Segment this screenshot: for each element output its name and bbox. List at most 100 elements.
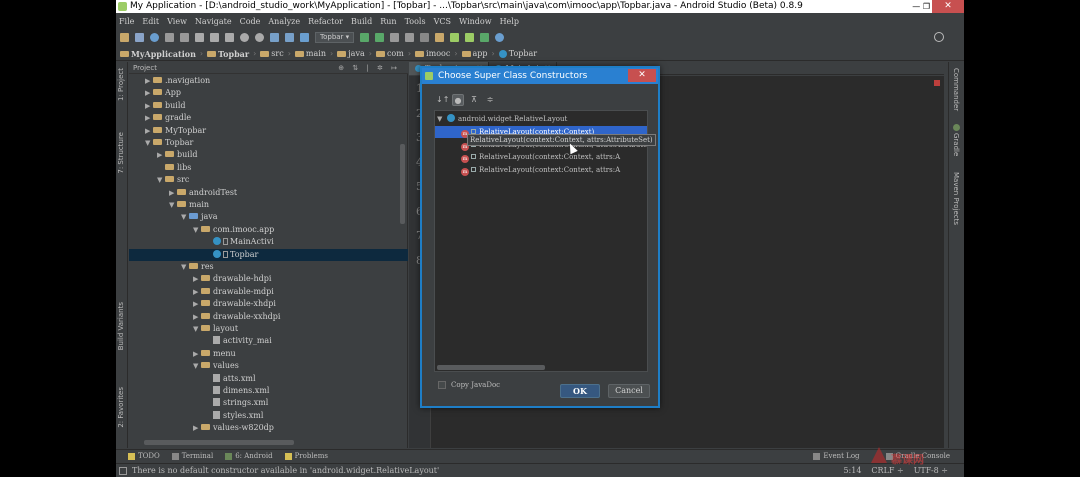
collapse-arrow-icon[interactable]: ▼ (437, 113, 447, 125)
breadcrumb-item[interactable]: java (337, 49, 365, 58)
expand-arrow-icon[interactable]: ▶ (193, 286, 201, 298)
tree-item[interactable]: strings.xml (129, 397, 408, 409)
project-tree-hscroll[interactable] (144, 440, 294, 445)
bottom-tool-todo[interactable]: TODO (128, 452, 160, 460)
expand-arrow-icon[interactable]: ▼ (169, 199, 177, 211)
show-fields-icon[interactable]: ● (452, 94, 464, 106)
expand-arrow-icon[interactable]: ▶ (145, 112, 153, 124)
open-folder-icon[interactable] (120, 32, 129, 42)
expand-arrow-icon[interactable]: ▼ (181, 261, 189, 273)
project-tool-button[interactable]: 1: Project (117, 68, 125, 101)
tree-item[interactable]: ▶ values-w820dp (129, 422, 408, 434)
expand-arrow-icon[interactable]: ▼ (145, 137, 153, 149)
expand-arrow-icon[interactable]: ▼ (193, 360, 201, 372)
project-view-dropdown[interactable]: Project (133, 64, 157, 72)
caret-position[interactable]: 5:14 (843, 464, 861, 477)
menu-window[interactable]: Window (459, 17, 492, 26)
tree-item[interactable]: activity_mai (129, 335, 408, 347)
dialog-close-button[interactable]: ✕ (628, 69, 656, 82)
stop-icon[interactable] (405, 32, 415, 42)
breadcrumb-item[interactable]: Topbar (498, 49, 537, 58)
project-header-icons[interactable]: ⊕ ⇅ | ✲ ↦ (338, 62, 400, 74)
tree-item[interactable]: MainActivi (129, 236, 408, 248)
paste-icon[interactable] (225, 32, 234, 42)
status-toggle-icon[interactable] (119, 467, 127, 475)
menu-navigate[interactable]: Navigate (195, 17, 232, 26)
tree-item[interactable]: ▶ drawable-mdpi (129, 286, 408, 298)
project-structure-icon[interactable] (420, 32, 430, 42)
search-everywhere-icon[interactable] (934, 32, 944, 42)
project-tree-vscroll[interactable] (400, 144, 405, 224)
expand-arrow-icon[interactable]: ▶ (193, 311, 201, 323)
breadcrumb-item[interactable]: main (294, 49, 326, 58)
breadcrumb-item[interactable]: com (375, 49, 404, 58)
expand-arrow-icon[interactable]: ▶ (145, 125, 153, 137)
avd-manager-icon[interactable] (450, 32, 460, 42)
bottom-tool-problems[interactable]: Problems (284, 452, 328, 460)
build-variants-tool-button[interactable]: Build Variants (117, 302, 125, 350)
redo-icon[interactable] (180, 32, 189, 42)
make-project-icon[interactable] (300, 32, 309, 42)
cancel-button[interactable]: Cancel (608, 384, 650, 398)
menu-build[interactable]: Build (351, 17, 372, 26)
help-icon[interactable] (495, 32, 505, 42)
checkbox-box[interactable] (438, 381, 446, 389)
run-icon[interactable] (360, 32, 370, 42)
breadcrumb-item[interactable]: imooc (415, 49, 450, 58)
project-panel-header[interactable]: Project ⊕ ⇅ | ✲ ↦ (129, 62, 408, 74)
constructor-root-class[interactable]: ▼ android.widget.RelativeLayout (437, 113, 647, 125)
find-icon[interactable] (240, 32, 249, 42)
expand-arrow-icon[interactable]: ▼ (181, 211, 189, 223)
menu-refactor[interactable]: Refactor (308, 17, 343, 26)
breadcrumb-item[interactable]: Topbar (207, 49, 249, 59)
error-stripe-marker[interactable] (934, 80, 940, 86)
tree-item[interactable]: ▶ build (129, 149, 408, 161)
back-icon[interactable] (270, 32, 279, 42)
maven-projects-tool-button[interactable]: Maven Projects (952, 172, 960, 225)
tree-item[interactable]: ▼ layout (129, 323, 408, 335)
constructor-item[interactable]: m RelativeLayout(context:Context, attrs:A (435, 151, 647, 163)
bottom-tool-6-android[interactable]: 6: Android (225, 452, 273, 460)
expand-arrow-icon[interactable]: ▶ (145, 87, 153, 99)
bottom-tool-terminal[interactable]: Terminal (171, 452, 213, 460)
sdk-manager-icon[interactable] (435, 32, 445, 42)
collapse-all-icon[interactable]: ≑ (484, 94, 496, 106)
breadcrumb-item[interactable]: MyApplication (120, 49, 196, 59)
tree-item[interactable]: ▶ .navigation (129, 75, 408, 87)
tree-item[interactable]: ▶ gradle (129, 112, 408, 124)
window-controls[interactable]: — ❐ (912, 0, 930, 13)
tree-item[interactable]: atts.xml (129, 373, 408, 385)
tree-item[interactable]: ▶ drawable-xhdpi (129, 298, 408, 310)
tree-item[interactable]: ▶ App (129, 87, 408, 99)
copy-icon[interactable] (210, 32, 219, 42)
window-close-button[interactable]: ✕ (932, 0, 964, 13)
breadcrumb-item[interactable]: app (461, 49, 488, 58)
menu-edit[interactable]: Edit (142, 17, 159, 26)
expand-arrow-icon[interactable]: ▼ (157, 174, 165, 186)
expand-arrow-icon[interactable]: ▶ (193, 348, 201, 360)
ok-button[interactable]: OK (560, 384, 600, 398)
expand-arrow-icon[interactable]: ▶ (169, 187, 177, 199)
menu-file[interactable]: File (119, 17, 134, 26)
debug-icon[interactable] (375, 32, 385, 42)
constructor-item[interactable]: m RelativeLayout(context:Context, attrs:A (435, 164, 647, 176)
gradle-tool-button[interactable]: Gradle (952, 124, 960, 156)
breadcrumb-item[interactable]: src (260, 49, 284, 58)
gradle-sync-icon[interactable] (480, 32, 490, 42)
tree-item[interactable]: ▶ drawable-xxhdpi (129, 311, 408, 323)
tree-item[interactable]: ▼ res (129, 261, 408, 273)
expand-arrow-icon[interactable]: ▶ (157, 149, 165, 161)
forward-icon[interactable] (285, 32, 294, 42)
menu-vcs[interactable]: VCS (434, 17, 451, 26)
expand-arrow-icon[interactable]: ▶ (193, 422, 201, 434)
dialog-title-bar[interactable]: Choose Super Class Constructors ✕ (422, 68, 658, 84)
menu-run[interactable]: Run (380, 17, 396, 26)
structure-tool-button[interactable]: 7: Structure (117, 132, 125, 174)
tree-item[interactable]: libs (129, 162, 408, 174)
tree-item[interactable]: ▼ com.imooc.app (129, 224, 408, 236)
tree-item[interactable]: ▶ MyTopbar (129, 125, 408, 137)
constructor-tree[interactable]: ▼ android.widget.RelativeLayout m RelativeL… (434, 110, 648, 372)
tree-item[interactable]: ▶ androidTest (129, 187, 408, 199)
menu-analyze[interactable]: Analyze (268, 17, 300, 26)
expand-arrow-icon[interactable]: ▼ (193, 224, 201, 236)
